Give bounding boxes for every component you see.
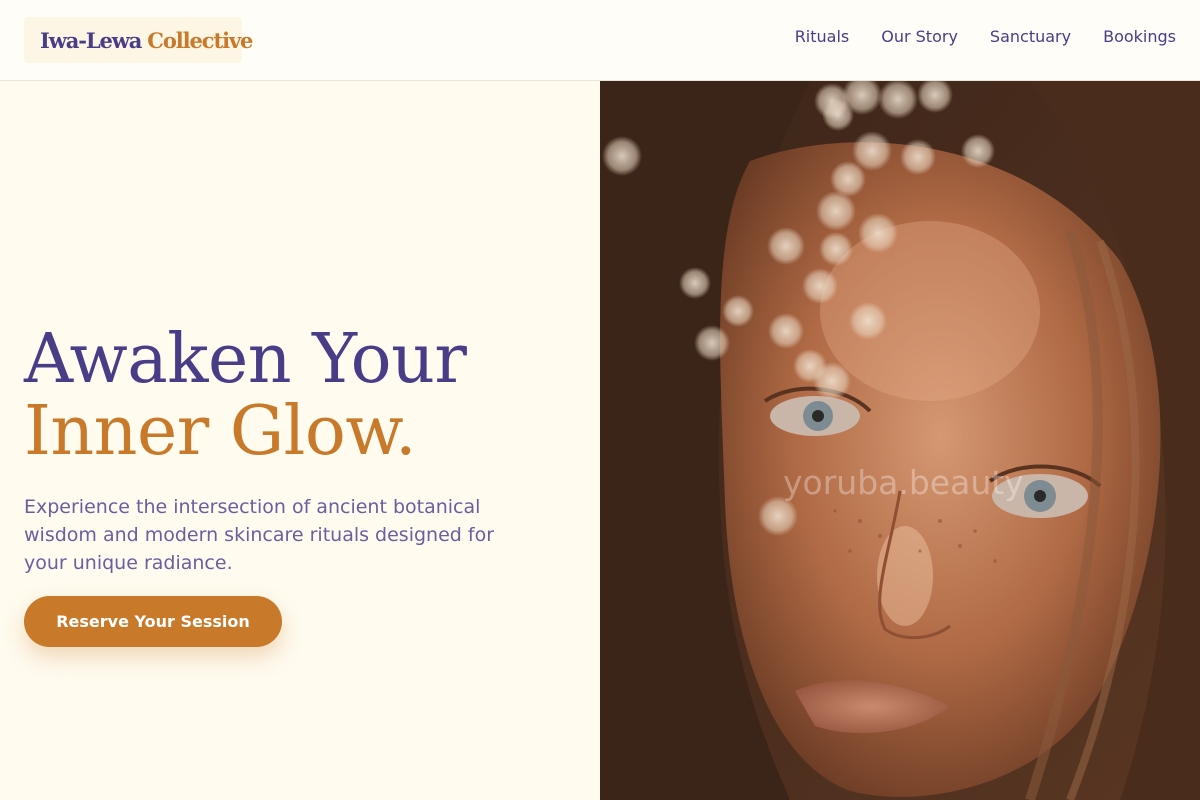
brand-name-part2: Collective	[147, 27, 253, 53]
hero-image: yoruba.beauty	[600, 81, 1200, 800]
portrait-illustration	[600, 81, 1200, 800]
hero-subtext: Experience the intersection of ancient b…	[24, 496, 494, 574]
reserve-session-button[interactable]: Reserve Your Session	[24, 596, 282, 647]
nav-item-sanctuary[interactable]: Sanctuary	[990, 27, 1071, 46]
hero-headline: Awaken Your Inner Glow.	[24, 320, 467, 471]
nav-item-our-story[interactable]: Our Story	[881, 27, 958, 46]
hero-headline-line1: Awaken Your	[24, 320, 467, 399]
brand-name-part1: Iwa-Lewa	[40, 27, 142, 53]
brand-logo[interactable]: Iwa-Lewa Collective	[24, 17, 253, 63]
image-watermark: yoruba.beauty	[783, 463, 1024, 502]
hero-content: Awaken Your Inner Glow. Experience the i…	[0, 81, 600, 800]
nav-item-rituals[interactable]: Rituals	[795, 27, 850, 46]
hero-headline-line2: Inner Glow.	[24, 392, 417, 471]
site-header: Iwa-Lewa Collective Rituals Our Story Sa…	[0, 0, 1200, 81]
nav-item-bookings[interactable]: Bookings	[1103, 27, 1176, 46]
main-nav: Rituals Our Story Sanctuary Bookings	[795, 27, 1176, 46]
